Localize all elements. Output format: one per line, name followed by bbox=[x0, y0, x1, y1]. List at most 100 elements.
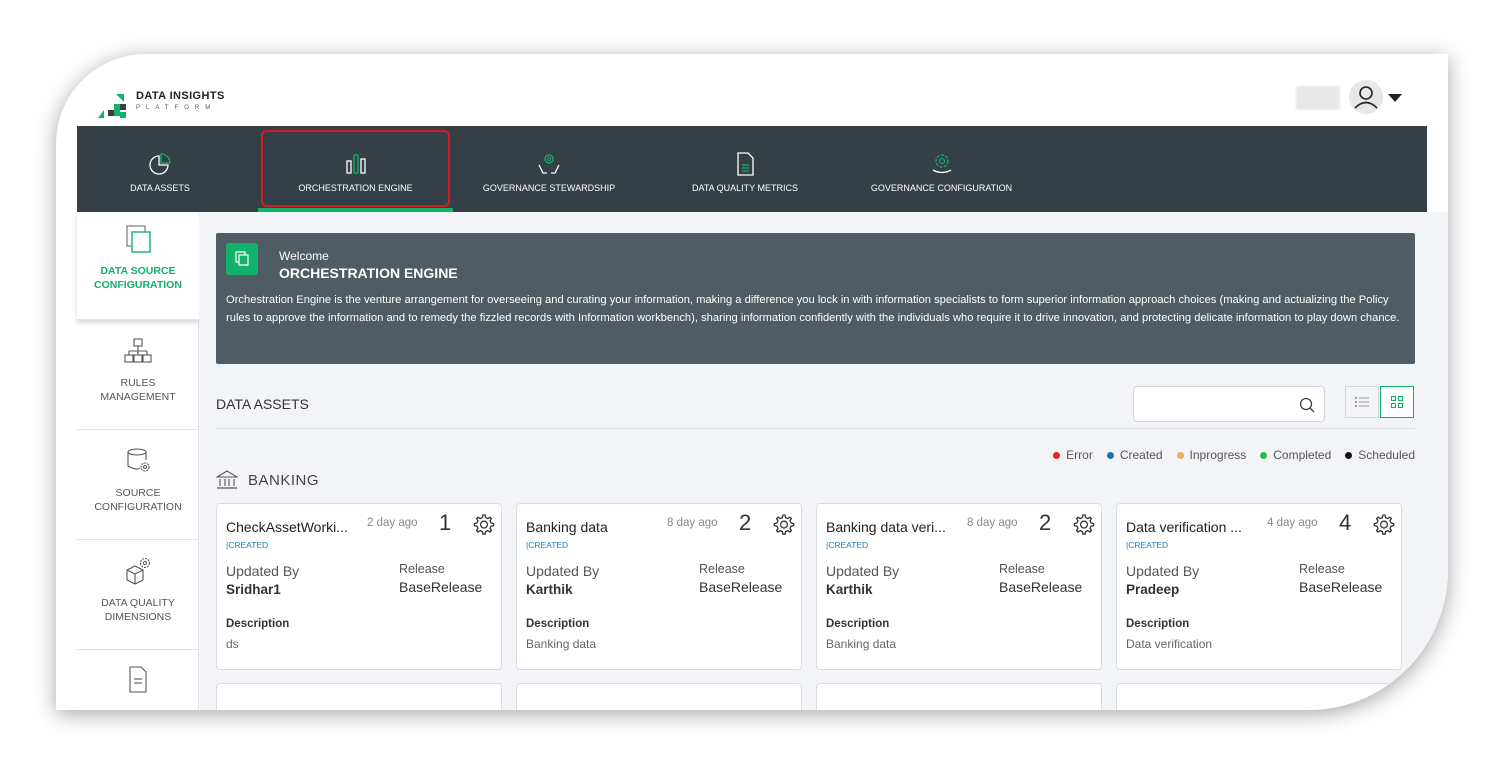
hands-gear-icon bbox=[538, 154, 560, 174]
card-updated-by-label: Updated By bbox=[226, 563, 300, 579]
settings-gear-icon[interactable] bbox=[1371, 512, 1395, 536]
asset-card[interactable] bbox=[216, 683, 502, 710]
card-status: |CREATED bbox=[526, 540, 569, 550]
card-release: BaseRelease bbox=[699, 579, 783, 595]
brand-title: DATA INSIGHTS bbox=[136, 90, 225, 102]
banner-description: Orchestration Engine is the venture arra… bbox=[226, 294, 1400, 324]
card-updated-by: Pradeep bbox=[1126, 582, 1180, 597]
tab-label: DATA ASSETS bbox=[130, 183, 190, 193]
status-dot-created bbox=[1106, 451, 1114, 459]
settings-gear-icon[interactable] bbox=[471, 512, 495, 536]
tab-data-assets[interactable]: DATA ASSETS bbox=[95, 126, 225, 212]
card-updated-by-label: Updated By bbox=[1126, 563, 1200, 579]
legend-label: Inprogress bbox=[1189, 448, 1247, 462]
settings-gear-icon[interactable] bbox=[1071, 512, 1095, 536]
card-description-label: Description bbox=[1126, 618, 1190, 630]
card-description-label: Description bbox=[226, 618, 290, 630]
copy-icon bbox=[126, 225, 151, 253]
group-header-banking[interactable]: BANKING bbox=[216, 470, 319, 490]
sidebar-item-label: DATA QUALITY DIMENSIONS bbox=[101, 597, 175, 623]
card-release-label: Release bbox=[999, 562, 1045, 576]
bank-icon bbox=[216, 470, 238, 489]
asset-card[interactable] bbox=[516, 683, 802, 710]
card-updated-by-label: Updated By bbox=[526, 563, 600, 579]
card-time: 4 day ago bbox=[1267, 517, 1318, 529]
sidebar-item-label: RULES MANAGEMENT bbox=[100, 377, 176, 403]
welcome-banner: Welcome ORCHESTRATION ENGINE Orchestrati… bbox=[216, 233, 1415, 364]
asset-card[interactable]: Data verification ... |CREATED 4 day ago… bbox=[1116, 503, 1402, 670]
card-description: Data verification bbox=[1126, 637, 1213, 651]
status-dot-error bbox=[1053, 451, 1061, 459]
status-dot-inprogress bbox=[1176, 451, 1184, 459]
card-release: BaseRelease bbox=[1299, 579, 1383, 595]
sidebar-item-label: SOURCE CONFIGURATION bbox=[94, 487, 182, 513]
legend-error: Error bbox=[1053, 448, 1093, 462]
card-release: BaseRelease bbox=[399, 579, 483, 595]
card-name[interactable]: CheckAssetWorki... bbox=[226, 519, 356, 535]
legend-label: Created bbox=[1119, 448, 1163, 462]
card-description-label: Description bbox=[526, 618, 590, 630]
banner-welcome: Welcome bbox=[279, 249, 329, 263]
grid-view-icon bbox=[1391, 396, 1403, 408]
user-avatar-icon[interactable] bbox=[1348, 79, 1384, 115]
card-name[interactable]: Banking data veri... bbox=[826, 519, 956, 535]
legend-scheduled: Scheduled bbox=[1345, 448, 1415, 462]
card-release: BaseRelease bbox=[999, 579, 1083, 595]
tab-governance-stewardship[interactable]: GOVERNANCE STEWARDSHIP bbox=[469, 126, 629, 212]
banner-copy-icon bbox=[226, 243, 258, 275]
asset-card[interactable] bbox=[1116, 683, 1402, 710]
user-menu-caret-icon[interactable] bbox=[1388, 94, 1402, 102]
card-description: Banking data bbox=[826, 637, 897, 651]
brand-logo[interactable]: DATA INSIGHTS PLATFORM bbox=[96, 88, 256, 124]
pie-chart-icon bbox=[149, 153, 171, 175]
card-count: 1 bbox=[439, 510, 452, 535]
card-time: 2 day ago bbox=[367, 517, 418, 529]
tab-label: GOVERNANCE CONFIGURATION bbox=[870, 183, 1013, 193]
card-description: ds bbox=[226, 637, 239, 651]
asset-card[interactable]: Banking data veri... |CREATED 8 day ago … bbox=[816, 503, 1102, 670]
card-description-label: Description bbox=[826, 618, 890, 630]
tab-label: GOVERNANCE STEWARDSHIP bbox=[482, 183, 616, 193]
asset-card[interactable] bbox=[816, 683, 1102, 710]
card-count: 2 bbox=[739, 510, 752, 535]
status-dot-scheduled bbox=[1345, 451, 1353, 459]
hierarchy-icon bbox=[124, 338, 152, 363]
section-title: DATA ASSETS bbox=[216, 396, 309, 412]
list-view-icon bbox=[1355, 397, 1369, 407]
card-updated-by: Sridhar1 bbox=[226, 582, 281, 597]
card-name[interactable]: Data verification ... bbox=[1126, 519, 1256, 535]
search-input[interactable] bbox=[1134, 387, 1294, 421]
sidebar-item-label: DATA SOURCE CONFIGURATION bbox=[94, 265, 182, 291]
list-view-button[interactable] bbox=[1345, 386, 1379, 418]
card-name[interactable]: Banking data bbox=[526, 519, 656, 535]
tab-orchestration-engine[interactable]: ORCHESTRATION ENGINE bbox=[258, 126, 453, 212]
asset-card[interactable]: Banking data |CREATED 8 day ago 2 Update… bbox=[516, 503, 802, 670]
document-icon bbox=[129, 666, 147, 693]
search-icon[interactable] bbox=[1298, 396, 1316, 414]
legend-created: Created bbox=[1106, 448, 1163, 462]
sidebar-item-data-quality-dimensions[interactable]: DATA QUALITY DIMENSIONS bbox=[77, 542, 199, 650]
sidebar-item-document[interactable] bbox=[77, 652, 199, 710]
tab-data-quality-metrics[interactable]: DATA QUALITY METRICS bbox=[677, 126, 813, 212]
hand-gear-icon bbox=[932, 154, 951, 174]
status-dot-completed bbox=[1260, 451, 1268, 459]
group-title: BANKING bbox=[248, 471, 320, 489]
legend-label: Scheduled bbox=[1358, 448, 1415, 462]
card-status: |CREATED bbox=[226, 540, 269, 550]
sidebar-item-source-configuration[interactable]: SOURCE CONFIGURATION bbox=[77, 432, 199, 540]
asset-card[interactable]: CheckAssetWorki... |CREATED 2 day ago 1 … bbox=[216, 503, 502, 670]
left-sidebar: DATA SOURCE CONFIGURATION RULES MANAGEME… bbox=[77, 212, 199, 710]
divider bbox=[216, 428, 1415, 429]
sidebar-item-rules-management[interactable]: RULES MANAGEMENT bbox=[77, 322, 199, 430]
tab-governance-configuration[interactable]: GOVERNANCE CONFIGURATION bbox=[859, 126, 1024, 212]
card-release-label: Release bbox=[399, 562, 445, 576]
settings-gear-icon[interactable] bbox=[771, 512, 795, 536]
card-description: Banking data bbox=[526, 637, 597, 651]
user-name-redacted bbox=[1296, 86, 1340, 110]
highlight-box bbox=[261, 130, 450, 207]
legend-label: Completed bbox=[1273, 448, 1332, 462]
grid-view-button[interactable] bbox=[1380, 386, 1414, 418]
card-status: |CREATED bbox=[826, 540, 869, 550]
sidebar-item-data-source-configuration[interactable]: DATA SOURCE CONFIGURATION bbox=[77, 212, 199, 320]
legend-completed: Completed bbox=[1260, 448, 1331, 462]
